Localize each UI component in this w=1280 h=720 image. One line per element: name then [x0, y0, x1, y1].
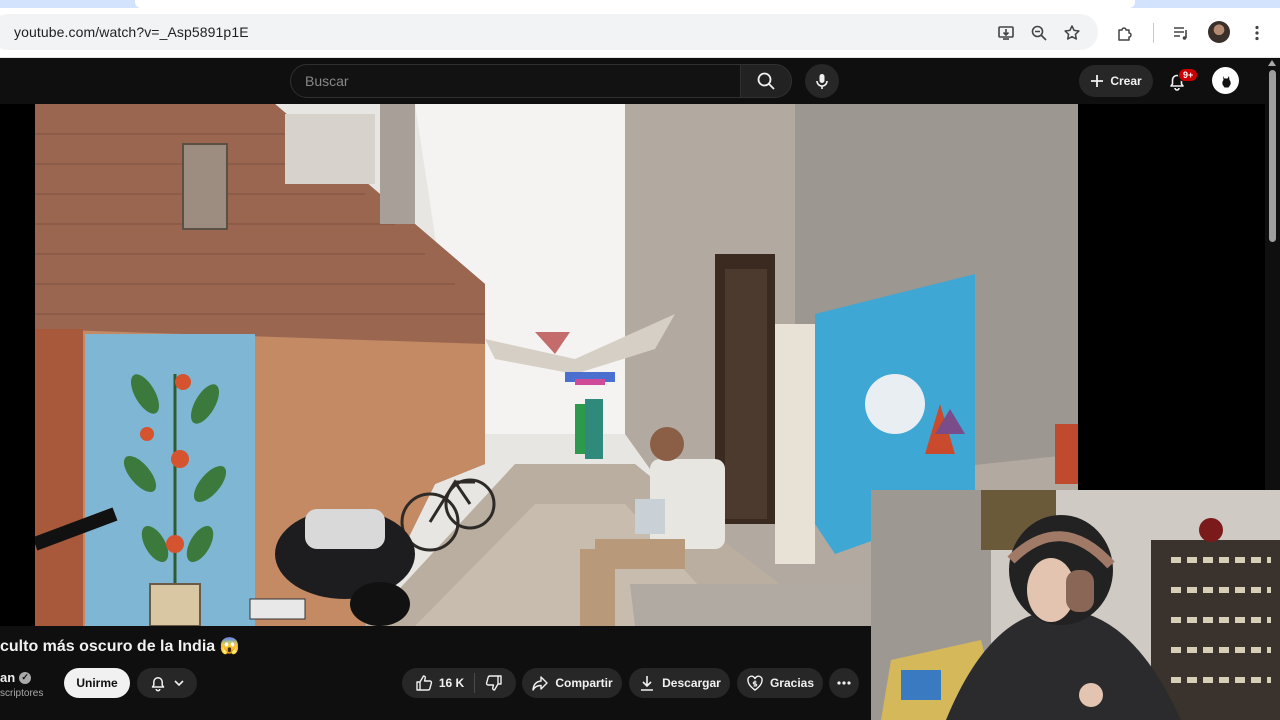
- active-tab-edge: [135, 0, 1135, 8]
- more-horizontal-icon: [837, 681, 851, 685]
- webcam-overlay: [871, 490, 1280, 720]
- search-input[interactable]: Buscar: [290, 64, 742, 98]
- youtube-masthead: Buscar Crear 9+: [0, 58, 1265, 104]
- share-arrow-icon: [532, 676, 549, 691]
- account-avatar[interactable]: [1212, 67, 1239, 94]
- channel-name-text[interactable]: an: [0, 670, 15, 685]
- browser-profile-avatar[interactable]: [1208, 21, 1230, 43]
- chevron-down-icon: [174, 680, 184, 687]
- player-letterbox-left: [0, 104, 35, 626]
- scroll-thumb[interactable]: [1269, 70, 1276, 242]
- download-label: Descargar: [662, 676, 721, 690]
- address-url[interactable]: youtube.com/watch?v=_Asp5891p1E: [14, 24, 249, 40]
- dislike-button[interactable]: [481, 674, 503, 692]
- verified-check-icon: ✓: [19, 671, 32, 684]
- bookmark-star-icon[interactable]: [1061, 22, 1083, 44]
- thanks-button[interactable]: Gracias: [737, 668, 823, 698]
- address-bar[interactable]: youtube.com/watch?v=_Asp5891p1E: [0, 14, 1098, 50]
- heart-dollar-icon: [747, 675, 763, 691]
- install-app-icon[interactable]: [995, 22, 1017, 44]
- voice-search-button[interactable]: [805, 64, 839, 98]
- zoom-icon[interactable]: [1028, 22, 1050, 44]
- microphone-icon: [816, 74, 828, 89]
- like-dislike-group: 16 K: [402, 668, 516, 698]
- search-icon: [757, 72, 775, 90]
- like-button[interactable]: 16 K: [415, 673, 476, 693]
- plus-icon: [1091, 75, 1104, 87]
- download-button[interactable]: Descargar: [629, 668, 730, 698]
- more-actions-button[interactable]: [829, 668, 859, 698]
- media-control-icon[interactable]: [1168, 20, 1194, 46]
- search-placeholder: Buscar: [305, 73, 349, 89]
- streamer-webcam-feed: [871, 490, 1280, 720]
- extensions-icon[interactable]: [1112, 20, 1138, 46]
- browser-tabstrip: [0, 0, 1280, 8]
- toolbar-separator: [1153, 23, 1154, 43]
- share-label: Compartir: [555, 676, 613, 690]
- create-button[interactable]: Crear: [1079, 65, 1153, 97]
- download-icon: [641, 676, 654, 691]
- thanks-label: Gracias: [769, 676, 815, 690]
- cat-silhouette-icon: [1221, 75, 1231, 87]
- browser-toolbar: youtube.com/watch?v=_Asp5891p1E: [0, 8, 1280, 58]
- video-metadata: culto más oscuro de la India 😱 an ✓ scri…: [0, 626, 871, 720]
- player-letterbox-right: [1078, 104, 1265, 490]
- subscriber-count: scriptores: [0, 688, 44, 699]
- bell-icon: [151, 677, 165, 692]
- channel-name[interactable]: an ✓: [0, 670, 32, 685]
- thumbs-down-icon: [486, 675, 502, 691]
- thumbs-up-icon: [416, 675, 432, 691]
- more-menu-icon[interactable]: [1244, 20, 1270, 46]
- like-count: 16 K: [438, 676, 465, 690]
- scroll-up-arrow[interactable]: [1268, 60, 1276, 66]
- search-button[interactable]: [740, 64, 792, 98]
- video-title: culto más oscuro de la India 😱: [0, 638, 240, 655]
- subscription-notifications-button[interactable]: [137, 668, 197, 698]
- share-button[interactable]: Compartir: [522, 668, 622, 698]
- notifications-badge: 9+: [1178, 68, 1199, 82]
- join-button[interactable]: Unirme: [64, 668, 130, 698]
- create-label: Crear: [1110, 74, 1142, 88]
